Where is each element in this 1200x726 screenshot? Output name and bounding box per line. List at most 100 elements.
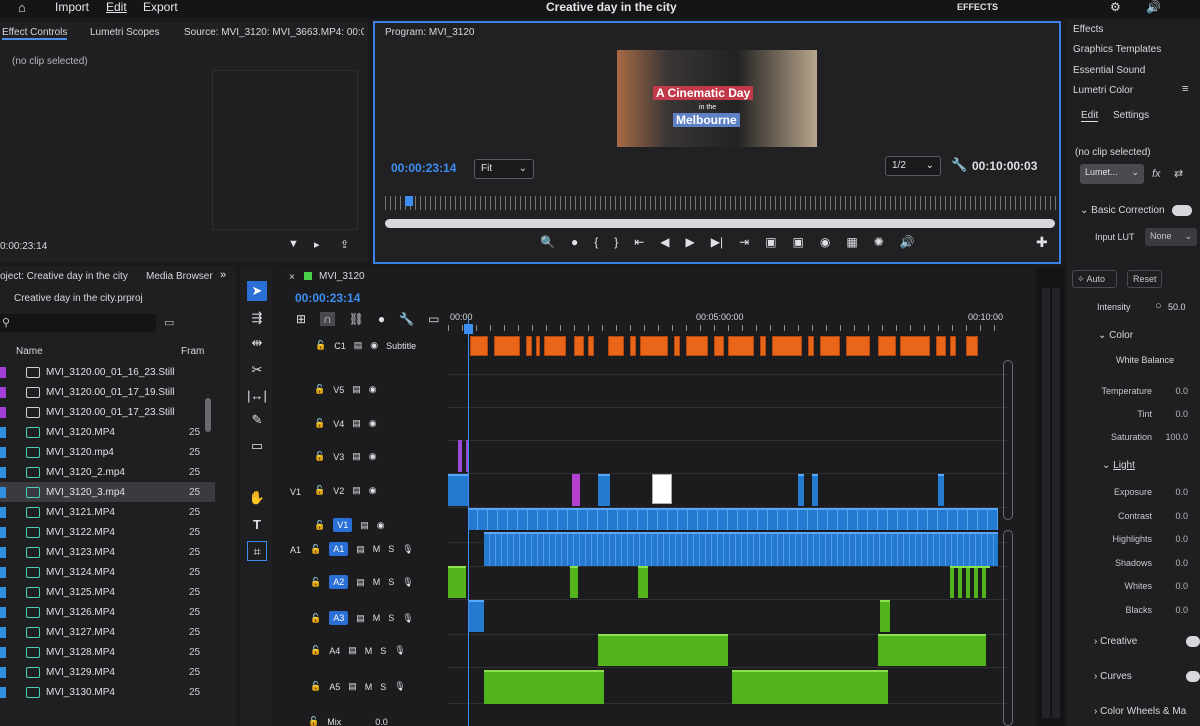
subtitle-clip[interactable]: [686, 336, 708, 356]
subtitle-clip[interactable]: [772, 336, 802, 356]
program-ruler[interactable]: [385, 196, 1057, 210]
subtitle-clip[interactable]: [608, 336, 624, 356]
lock-icon[interactable]: 🔓: [315, 340, 326, 351]
sync-lock-icon[interactable]: ▤: [356, 577, 365, 588]
play-only-icon[interactable]: ▸: [314, 238, 320, 251]
project-scrollbar[interactable]: [205, 398, 211, 432]
eye-icon[interactable]: ◉: [370, 340, 378, 351]
project-item[interactable]: MVI_3129.MP4 25: [0, 662, 215, 682]
solo-button[interactable]: S: [380, 646, 386, 656]
project-item[interactable]: MVI_3125.MP4 25: [0, 582, 215, 602]
lock-icon[interactable]: 🔓: [310, 613, 321, 624]
new-bin-icon[interactable]: ▭: [164, 316, 174, 329]
panel-lumetri-color[interactable]: Lumetri Color: [1073, 85, 1133, 96]
curves-toggle[interactable]: [1186, 671, 1200, 682]
mark-out-icon[interactable]: }: [614, 235, 618, 253]
light-slider-row[interactable]: Highlights 0.0: [1072, 534, 1188, 544]
project-item[interactable]: MVI_3120.mp4 25: [0, 442, 215, 462]
subtitle-clip[interactable]: [966, 336, 978, 356]
settings-wrench-icon[interactable]: 🔧: [399, 312, 414, 326]
playhead-head[interactable]: [464, 324, 473, 334]
input-lut-dropdown[interactable]: None ⌄: [1145, 228, 1197, 246]
col-frame[interactable]: Fram: [181, 346, 204, 357]
effects-workspace[interactable]: EFFECTS: [957, 2, 998, 12]
go-to-in-icon[interactable]: ⇤: [634, 235, 644, 253]
source-a1-label[interactable]: A1: [290, 545, 301, 555]
captions-icon[interactable]: ▭: [428, 312, 439, 326]
sync-lock-icon[interactable]: ▤: [352, 418, 361, 429]
project-item[interactable]: MVI_3120.MP4 25: [0, 422, 215, 442]
ripple-edit-tool-icon[interactable]: ⇹: [247, 333, 267, 353]
reset-button[interactable]: Reset: [1127, 270, 1162, 288]
project-item[interactable]: MVI_3121.MP4 25: [0, 502, 215, 522]
eye-icon[interactable]: ◉: [369, 451, 377, 462]
subtitle-clip[interactable]: [630, 336, 636, 356]
subtitle-clip[interactable]: [728, 336, 754, 356]
tab-settings[interactable]: Settings: [1113, 110, 1149, 121]
creative-section[interactable]: › Creative: [1094, 636, 1137, 647]
subtitle-clip[interactable]: [714, 336, 724, 356]
color-wheels-section[interactable]: › Color Wheels & Ma: [1094, 706, 1186, 717]
export-icon[interactable]: ⇪: [340, 238, 349, 251]
insert-marker-icon[interactable]: 🔍: [540, 235, 555, 253]
subtitle-clip[interactable]: [950, 336, 956, 356]
subtitle-clip[interactable]: [674, 336, 680, 356]
slider-value[interactable]: 0.0: [1162, 605, 1188, 615]
track-v2-label[interactable]: V2: [333, 486, 344, 496]
v2-clip[interactable]: [572, 474, 580, 506]
lock-icon[interactable]: 🔓: [310, 544, 321, 555]
subtitle-clip[interactable]: [536, 336, 540, 356]
light-slider-row[interactable]: Blacks 0.0: [1072, 605, 1188, 615]
menu-import[interactable]: Import: [55, 0, 89, 14]
snap-icon[interactable]: ∩: [320, 312, 335, 326]
subtitle-clip[interactable]: [760, 336, 766, 356]
lock-icon[interactable]: 🔓: [314, 520, 325, 531]
slider-value[interactable]: 0.0: [1162, 487, 1188, 497]
subtitle-clip[interactable]: [640, 336, 668, 356]
a3-clip[interactable]: [880, 600, 890, 632]
light-slider-row[interactable]: Whites 0.0: [1072, 581, 1188, 591]
tab-edit[interactable]: Edit: [1081, 110, 1099, 122]
project-item[interactable]: MVI_3124.MP4 25: [0, 562, 215, 582]
playhead-line[interactable]: [468, 318, 469, 726]
microphone-icon[interactable]: 🎙: [402, 613, 413, 624]
type-tool-icon[interactable]: T: [247, 515, 267, 535]
lock-icon[interactable]: 🔓: [310, 681, 321, 692]
rectangle-tool-icon[interactable]: ▭: [247, 436, 267, 456]
chevron-right-icon[interactable]: »: [220, 269, 226, 281]
a2-clip[interactable]: [950, 566, 990, 598]
lock-icon[interactable]: 🔓: [310, 645, 321, 656]
microphone-icon[interactable]: 🎙: [402, 544, 413, 555]
fit-dropdown[interactable]: Fit ⌄: [474, 159, 534, 179]
menu-icon[interactable]: ≡: [1182, 83, 1188, 95]
light-section[interactable]: ⌄ Light: [1102, 460, 1135, 471]
slider-value[interactable]: 0.0: [1162, 409, 1188, 419]
lift-icon[interactable]: ▣: [765, 235, 776, 253]
subtitle-clip[interactable]: [820, 336, 840, 356]
add-marker-icon[interactable]: ●: [378, 312, 385, 326]
project-item[interactable]: MVI_3120.00_01_17_19.Still: [0, 382, 215, 402]
mute-button[interactable]: M: [373, 544, 381, 554]
track-v1-label[interactable]: V1: [333, 518, 353, 532]
sync-lock-icon[interactable]: ▤: [352, 384, 361, 395]
sync-lock-icon[interactable]: ▤: [352, 485, 361, 496]
tab-program[interactable]: Program: MVI_3120: [385, 27, 475, 38]
slider-value[interactable]: 0.0: [1162, 511, 1188, 521]
audio-icon[interactable]: 🔊: [900, 235, 915, 253]
track-v3-label[interactable]: V3: [333, 452, 344, 462]
program-playhead[interactable]: [405, 196, 413, 206]
intensity-slider-knob[interactable]: ○: [1155, 300, 1162, 312]
volume-icon[interactable]: 🔊: [1146, 0, 1161, 14]
subtitle-clip[interactable]: [526, 336, 532, 356]
project-item[interactable]: MVI_3127.MP4 25: [0, 622, 215, 642]
eye-icon[interactable]: ◉: [369, 418, 377, 429]
auto-button[interactable]: ✧ Auto: [1072, 270, 1117, 288]
slip-tool-icon[interactable]: |↔|: [247, 386, 267, 406]
v2-clip[interactable]: [652, 474, 672, 504]
solo-button[interactable]: S: [388, 544, 394, 554]
comparison-icon[interactable]: ▦: [846, 235, 857, 253]
v1-clip[interactable]: [468, 508, 998, 530]
resolution-dropdown[interactable]: 1/2 ⌄: [885, 156, 941, 176]
color-slider-row[interactable]: Saturation 100.0: [1072, 432, 1188, 442]
track-a5-label[interactable]: A5: [329, 682, 340, 692]
